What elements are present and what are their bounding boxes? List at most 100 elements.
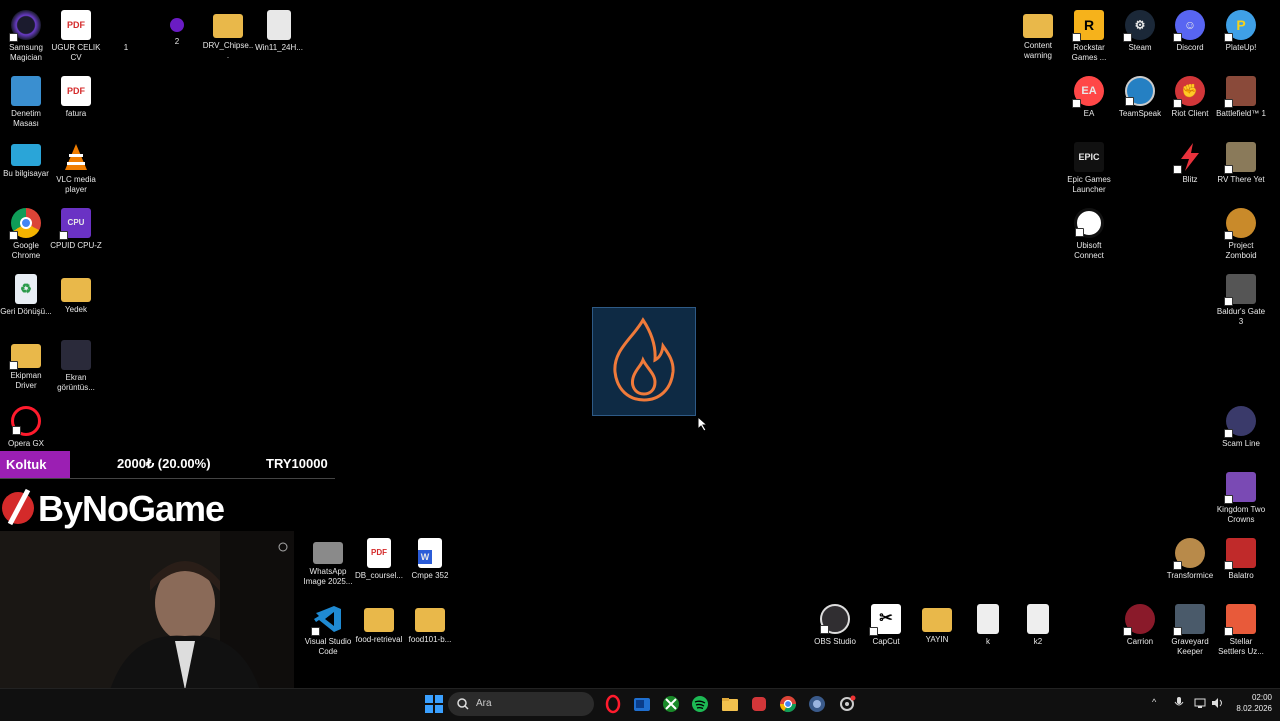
desktop-icon-db-coursel[interactable]: PDF DB_coursel... — [353, 532, 405, 581]
capcut-icon: ✂ — [869, 604, 901, 636]
transformice-icon — [1173, 538, 1205, 570]
folder-icon — [61, 278, 91, 302]
icon-label: Blitz — [1182, 175, 1198, 184]
desktop-icon-whatsapp-image[interactable]: WhatsApp Image 2025... — [302, 532, 354, 587]
desktop-icon-drv-chipset[interactable]: DRV_Chipse... — [202, 4, 254, 61]
plateup-icon: P — [1224, 10, 1256, 42]
desktop-icon-baldurs-gate-3[interactable]: Baldur's Gate 3 — [1215, 268, 1267, 327]
desktop-icon-steam[interactable]: ⚙ Steam — [1114, 4, 1166, 53]
obs-icon — [820, 604, 850, 634]
desktop-icon-epic-games[interactable]: EPIC Epic Games Launcher — [1063, 136, 1115, 195]
taskbar-red-app[interactable] — [749, 694, 769, 714]
desktop-icon-yayin[interactable]: YAYIN — [911, 598, 963, 645]
opera-gx-icon — [605, 694, 621, 714]
desktop-icon-k[interactable]: k — [962, 598, 1014, 647]
icon-label: Kingdom Two Crowns — [1216, 505, 1266, 524]
system-clock[interactable]: 02:00 8.02.2026 — [1228, 692, 1272, 714]
desktop-icon-google-chrome[interactable]: Google Chrome — [0, 202, 52, 261]
desktop-icon-project-zomboid[interactable]: Project Zomboid — [1215, 202, 1267, 261]
icon-label: Opera GX — [7, 439, 44, 448]
discord-icon: ☺ — [1173, 10, 1205, 42]
desktop-icon-blitz[interactable]: Blitz — [1164, 136, 1216, 185]
flame-icon — [613, 317, 675, 402]
desktop-icon-1[interactable]: 1 — [100, 4, 152, 53]
app-blue-icon — [809, 696, 825, 712]
desktop-icon-ugur-celik-cv[interactable]: PDF UGUR CELIK CV — [50, 4, 102, 63]
taskbar-outlook[interactable] — [632, 694, 652, 714]
settings-icon — [840, 695, 856, 711]
folder-icon — [213, 14, 243, 38]
purple-app-icon — [170, 18, 184, 32]
taskbar-settings[interactable] — [837, 694, 857, 714]
icon-label: Geri Dönüşü... — [0, 307, 52, 316]
desktop-icon-food101[interactable]: food101-b... — [404, 598, 456, 645]
taskbar-file-explorer[interactable] — [720, 694, 740, 714]
desktop-icon-cpuz[interactable]: CPU CPUID CPU-Z — [50, 202, 102, 251]
network-icon[interactable] — [1194, 697, 1206, 709]
desktop-icon-vlc[interactable]: VLC media player — [50, 136, 102, 195]
desktop-icon-carrion[interactable]: Carrion — [1114, 598, 1166, 647]
brand-name: ByNoGame — [38, 488, 225, 529]
taskbar-chrome[interactable] — [778, 694, 798, 714]
desktop-icon-ubisoft[interactable]: Ubisoft Connect — [1063, 202, 1115, 261]
desktop-icon-vscode[interactable]: Visual Studio Code — [302, 598, 354, 657]
taskbar-blue-app[interactable] — [807, 694, 827, 714]
desktop-icon-balatro[interactable]: Balatro — [1215, 532, 1267, 581]
search-icon — [457, 698, 469, 710]
desktop-icon-transformice[interactable]: Transformice — [1164, 532, 1216, 581]
desktop-icon-k2[interactable]: k2 — [1012, 598, 1064, 647]
desktop-icon-bu-bilgisayar[interactable]: Bu bilgisayar — [0, 136, 52, 179]
desktop-icon-denetim-masasi[interactable]: Denetim Masası — [0, 70, 52, 129]
desktop-icon-ekran-goruntusu[interactable]: Ekran görüntüs... — [50, 334, 102, 393]
desktop-icon-stellar-settlers[interactable]: Stellar Settlers Uz... — [1215, 598, 1267, 657]
icon-label: 2 — [174, 37, 180, 46]
desktop-icon-opera-gx[interactable]: Opera GX — [0, 400, 52, 449]
graveyard-keeper-icon — [1173, 604, 1205, 636]
carrion-icon — [1123, 604, 1155, 636]
xbox-icon — [663, 696, 679, 712]
image-file-icon — [313, 542, 343, 564]
desktop-icon-plateup[interactable]: P PlateUp! — [1215, 4, 1267, 53]
desktop-icon-yedek[interactable]: Yedek — [50, 268, 102, 315]
desktop-icon-geri-donusum[interactable]: ♻ Geri Dönüşü... — [0, 268, 52, 317]
desktop-icon-rv-there-yet[interactable]: RV There Yet — [1215, 136, 1267, 185]
taskbar-spotify[interactable] — [690, 694, 710, 714]
taskbar-opera-gx[interactable] — [603, 694, 623, 714]
desktop-icon-ea[interactable]: EA EA — [1063, 70, 1115, 119]
desktop-icon-scam-line[interactable]: Scam Line — [1215, 400, 1267, 449]
desktop-icon-food-retrieval[interactable]: food-retrieval — [353, 598, 405, 645]
rockstar-icon: R — [1072, 10, 1104, 42]
desktop-icon-samsung-magician[interactable]: Samsung Magician — [0, 4, 52, 63]
taskbar-search[interactable]: Ara — [448, 692, 594, 716]
desktop-icon-fatura[interactable]: PDF fatura — [50, 70, 102, 119]
desktop-icon-capcut[interactable]: ✂ CapCut — [860, 598, 912, 647]
app-red-icon — [752, 697, 766, 711]
desktop-icon-2[interactable]: 2 — [151, 4, 203, 47]
desktop-icon-rockstar[interactable]: R Rockstar Games ... — [1063, 4, 1115, 63]
desktop-icon-kingdom-two-crowns[interactable]: Kingdom Two Crowns — [1215, 466, 1267, 525]
desktop-icon-content-warning[interactable]: Content warning — [1012, 4, 1064, 61]
desktop-icon-discord[interactable]: ☺ Discord — [1164, 4, 1216, 53]
app-tile[interactable] — [592, 307, 696, 416]
desktop-icon-obs-studio[interactable]: OBS Studio — [809, 598, 861, 647]
chrome-icon — [9, 208, 41, 240]
desktop-icon-riot-client[interactable]: ✊ Riot Client — [1164, 70, 1216, 119]
microphone-icon[interactable] — [1174, 697, 1184, 709]
riot-icon: ✊ — [1173, 76, 1205, 108]
taskbar-xbox[interactable] — [661, 694, 681, 714]
start-button[interactable] — [424, 694, 444, 714]
desktop-icon-cmpe-352[interactable]: W Cmpe 352 — [404, 532, 456, 581]
desktop-icon-teamspeak[interactable]: TeamSpeak — [1114, 70, 1166, 119]
desktop-icon-win11[interactable]: Win11_24H... — [253, 4, 305, 53]
desktop-icon-graveyard-keeper[interactable]: Graveyard Keeper — [1164, 598, 1216, 657]
icon-label: Ubisoft Connect — [1074, 241, 1104, 260]
volume-icon[interactable] — [1211, 697, 1223, 709]
webcam-feed — [0, 531, 294, 690]
icon-label: TeamSpeak — [1118, 109, 1162, 118]
desktop-icon-battlefield-1[interactable]: Battlefield™ 1 — [1215, 70, 1267, 119]
tray-overflow-chevron-icon[interactable]: ^ — [1152, 697, 1156, 707]
start-icon — [425, 695, 443, 713]
icon-label: fatura — [65, 109, 87, 118]
vlc-icon — [61, 142, 91, 172]
desktop-icon-ekipman-driver[interactable]: Ekipman Driver — [0, 334, 52, 391]
